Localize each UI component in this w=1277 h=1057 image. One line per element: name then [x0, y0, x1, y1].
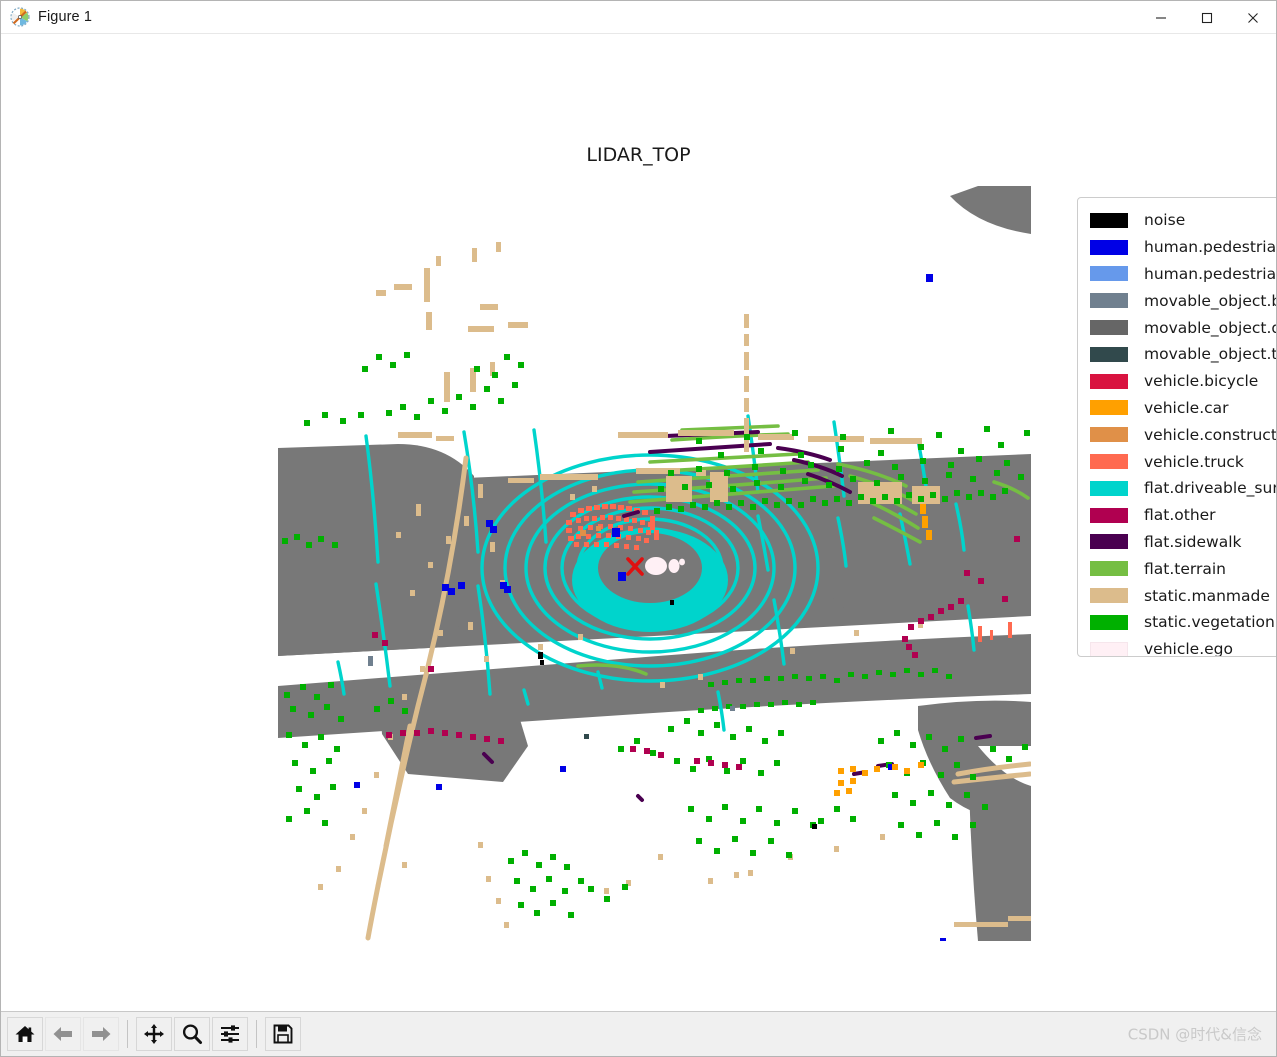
save-button[interactable]: [265, 1017, 301, 1051]
navigation-toolbar: CSDN @时代&信念: [1, 1011, 1276, 1056]
forward-button[interactable]: [83, 1017, 119, 1051]
legend-color-swatch: [1090, 212, 1128, 228]
legend-item-label: vehicle.car: [1144, 398, 1229, 417]
toolbar-separator-2: [256, 1020, 257, 1048]
legend-item: human.pedestrian.child: [1078, 261, 1276, 288]
legend-item-label: flat.terrain: [1144, 559, 1226, 578]
legend-color-swatch: [1090, 239, 1128, 255]
legend-color-swatch: [1090, 507, 1128, 523]
legend-item: noise: [1078, 207, 1276, 234]
minimize-icon: [1156, 16, 1166, 19]
pointcloud-scatter: [278, 186, 1031, 941]
legend-item: flat.terrain: [1078, 555, 1276, 582]
legend-color-swatch: [1090, 561, 1128, 577]
legend-item: vehicle.truck: [1078, 448, 1276, 475]
zoom-button[interactable]: [174, 1017, 210, 1051]
back-button[interactable]: [45, 1017, 81, 1051]
legend-item: static.vegetation: [1078, 609, 1276, 636]
legend-color-swatch: [1090, 373, 1128, 389]
legend-item-label: flat.other: [1144, 506, 1216, 525]
forward-arrow-icon: [92, 1027, 111, 1041]
legend-item: movable_object.debris: [1078, 314, 1276, 341]
toolbar-separator-1: [127, 1020, 128, 1048]
legend-color-swatch: [1090, 266, 1128, 282]
legend-color-swatch: [1090, 588, 1128, 604]
configure-button[interactable]: [212, 1017, 248, 1051]
matplotlib-icon: [10, 7, 30, 27]
legend-item-label: static.manmade: [1144, 586, 1270, 605]
legend-item: flat.sidewalk: [1078, 529, 1276, 556]
legend-color-swatch: [1090, 346, 1128, 362]
legend-item-label: movable_object.barrier: [1144, 291, 1276, 310]
minimize-button[interactable]: [1138, 1, 1184, 34]
legend-box: noise human.pedestrian.adult human.pedestr…: [1077, 197, 1276, 657]
close-button[interactable]: [1230, 1, 1276, 34]
legend-item: vehicle.car: [1078, 395, 1276, 422]
legend-color-swatch: [1090, 614, 1128, 630]
title-bar: Figure 1: [1, 1, 1276, 34]
figure-window: Figure 1 LIDAR_TOP noise human.pedestria…: [0, 0, 1277, 1057]
legend-item: vehicle.ego: [1078, 636, 1276, 657]
pan-move-icon: [144, 1024, 164, 1044]
legend-item-label: vehicle.bicycle: [1144, 372, 1259, 391]
magnifier-icon: [182, 1024, 202, 1044]
legend-color-swatch: [1090, 480, 1128, 496]
legend-color-swatch: [1090, 454, 1128, 470]
close-icon: [1248, 12, 1258, 23]
plot-title: LIDAR_TOP: [586, 144, 691, 166]
legend-color-swatch: [1090, 320, 1128, 336]
legend-item: flat.driveable_surface: [1078, 475, 1276, 502]
pan-button[interactable]: [136, 1017, 172, 1051]
pointcloud-axes[interactable]: [278, 186, 1031, 941]
ego-vehicle: [598, 533, 702, 603]
maximize-button[interactable]: [1184, 1, 1230, 34]
legend-item-label: vehicle.truck: [1144, 452, 1244, 471]
home-icon: [15, 1026, 35, 1042]
legend-item-label: vehicle.ego: [1144, 640, 1233, 657]
legend-item-label: human.pedestrian.child: [1144, 264, 1276, 283]
floppy-disk-icon: [273, 1024, 293, 1044]
legend-item: vehicle.construction: [1078, 421, 1276, 448]
legend-item-label: static.vegetation: [1144, 613, 1275, 632]
watermark-text: CSDN @时代&信念: [1127, 1025, 1262, 1044]
legend-color-swatch: [1090, 293, 1128, 309]
legend-color-swatch: [1090, 400, 1128, 416]
legend-color-swatch: [1090, 427, 1128, 443]
window-title: Figure 1: [38, 9, 92, 25]
legend-item-label: movable_object.debris: [1144, 318, 1276, 337]
legend-item: flat.other: [1078, 502, 1276, 529]
figure-canvas[interactable]: LIDAR_TOP noise human.pedestria human.pe…: [1, 34, 1276, 1011]
home-button[interactable]: [7, 1017, 43, 1051]
legend-item: movable_object.trafficcone: [1078, 341, 1276, 368]
back-arrow-icon: [53, 1027, 72, 1041]
legend-item-label: flat.sidewalk: [1144, 532, 1242, 551]
legend-item-label: human.pedestrian.adult: [1144, 238, 1276, 257]
window-controls: [1138, 1, 1276, 34]
legend-item: human.pedestrian.adult: [1078, 234, 1276, 261]
legend-item-label: flat.driveable_surface: [1144, 479, 1276, 498]
legend-item-label: movable_object.trafficcone: [1144, 345, 1276, 364]
legend-item-label: vehicle.construction: [1144, 425, 1276, 444]
maximize-icon: [1201, 12, 1213, 23]
legend-item-label: noise: [1144, 211, 1186, 230]
sliders-icon: [221, 1025, 239, 1043]
legend-item: movable_object.barrier: [1078, 287, 1276, 314]
legend-item: vehicle.bicycle: [1078, 368, 1276, 395]
legend-item: static.manmade: [1078, 582, 1276, 609]
legend-color-swatch: [1090, 641, 1128, 656]
legend-color-swatch: [1090, 534, 1128, 550]
